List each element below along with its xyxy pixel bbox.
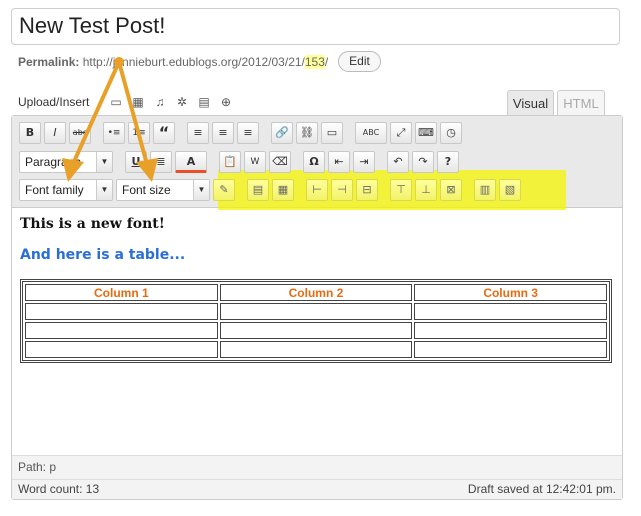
clear-formatting-button[interactable]: ⌫ — [269, 151, 291, 173]
justify-button[interactable]: ≣ — [150, 151, 172, 173]
paste-text-button[interactable]: 📋 — [219, 151, 241, 173]
editor: B I abc •≡ 1≡ “ ≡ ≡ ≡ 🔗 ⛓ ▭ ABC ⤢ ⌨ ◷ Pa… — [11, 115, 623, 500]
content-line-table-intro: And here is a table... — [20, 247, 186, 263]
delete-row-button[interactable]: ⊟ — [356, 179, 378, 201]
tab-visual[interactable]: Visual — [507, 90, 554, 116]
indent-button[interactable]: ⇥ — [353, 151, 375, 173]
spellcheck-button[interactable]: ABC — [355, 122, 387, 144]
permalink-url-suffix: / — [324, 55, 329, 69]
table-header-cell[interactable]: Column 3 — [414, 284, 607, 301]
table-cell[interactable] — [219, 303, 413, 320]
gallery-icon[interactable]: ▦ — [130, 95, 146, 109]
insert-column-after-button[interactable]: ⊥ — [415, 179, 437, 201]
more-tag-button[interactable]: ▭ — [321, 122, 343, 144]
table-cell[interactable] — [414, 322, 607, 339]
table-cell[interactable] — [25, 341, 218, 358]
content-table[interactable]: Column 1 Column 2 Column 3 — [20, 279, 612, 363]
permalink-url-prefix: http://jennieburt.edublogs.org/2012/03/2… — [82, 55, 305, 69]
font-family-select[interactable]: Font family ▼ — [19, 179, 113, 201]
row-properties-button[interactable]: ▤ — [247, 179, 269, 201]
toolbar-row-2: Paragraph ▼ U ≣ A 📋 W ⌫ Ω ⇤ ⇥ ↶ ↷ ? — [19, 150, 459, 174]
upload-insert-label: Upload/Insert — [18, 95, 90, 109]
globe-icon[interactable]: ⊕ — [218, 95, 234, 109]
post-title[interactable]: New Test Post! — [19, 13, 165, 39]
chevron-down-icon: ▼ — [193, 180, 209, 200]
help-button[interactable]: ? — [437, 151, 459, 173]
document-icon[interactable]: ▤ — [196, 95, 212, 109]
permalink-edit-button[interactable]: Edit — [338, 51, 381, 72]
align-left-button[interactable]: ≡ — [187, 122, 209, 144]
image-icon[interactable]: ▭ — [108, 95, 124, 109]
font-size-value: Font size — [122, 183, 171, 197]
table-row — [25, 303, 607, 320]
table-insert-button[interactable]: ✎ — [213, 179, 235, 201]
redo-button[interactable]: ↷ — [412, 151, 434, 173]
kitchen-sink-button[interactable]: ⌨ — [415, 122, 437, 144]
strikethrough-button[interactable]: abc — [69, 122, 91, 144]
special-character-button[interactable]: Ω — [303, 151, 325, 173]
table-cell[interactable] — [219, 341, 413, 358]
table-cell[interactable] — [25, 322, 218, 339]
text-color-button[interactable]: A — [175, 151, 207, 173]
align-center-button[interactable]: ≡ — [212, 122, 234, 144]
table-header-cell[interactable]: Column 2 — [219, 284, 413, 301]
link-button[interactable]: 🔗 — [271, 122, 293, 144]
chevron-down-icon: ▼ — [96, 152, 112, 172]
outdent-button[interactable]: ⇤ — [328, 151, 350, 173]
table-cell[interactable] — [219, 322, 413, 339]
chevron-down-icon: ▼ — [96, 180, 112, 200]
word-count: Word count: 13 — [18, 482, 100, 496]
undo-button[interactable]: ↶ — [387, 151, 409, 173]
toolbar-row-1: B I abc •≡ 1≡ “ ≡ ≡ ≡ 🔗 ⛓ ▭ ABC ⤢ ⌨ ◷ — [19, 121, 462, 145]
content-line-font: This is a new font! — [20, 216, 165, 232]
permalink-label: Permalink: — [18, 55, 80, 69]
tab-html[interactable]: HTML — [557, 90, 605, 116]
editor-path: Path: p — [12, 455, 622, 479]
italic-button[interactable]: I — [44, 122, 66, 144]
table-row — [25, 322, 607, 339]
font-size-select[interactable]: Font size ▼ — [116, 179, 210, 201]
table-cell[interactable] — [414, 341, 607, 358]
permalink-row: Permalink: http://jennieburt.edublogs.or… — [18, 55, 328, 69]
editor-status-bar: Word count: 13 Draft saved at 12:42:01 p… — [12, 479, 622, 499]
title-field[interactable]: New Test Post! — [11, 8, 620, 45]
table-header-row: Column 1 Column 2 Column 3 — [25, 284, 607, 301]
table-row — [25, 341, 607, 358]
font-family-value: Font family — [25, 183, 84, 197]
draft-status: Draft saved at 12:42:01 pm. — [467, 482, 616, 496]
audio-icon[interactable]: ♫ — [152, 95, 168, 109]
media-buttons: ▭ ▦ ♫ ✲ ▤ ⊕ — [108, 95, 234, 109]
paste-word-button[interactable]: W — [244, 151, 266, 173]
table-cell[interactable] — [414, 303, 607, 320]
bullet-list-button[interactable]: •≡ — [103, 122, 125, 144]
unlink-button[interactable]: ⛓ — [296, 122, 318, 144]
insert-row-after-button[interactable]: ⊣ — [331, 179, 353, 201]
cell-properties-button[interactable]: ▦ — [272, 179, 294, 201]
bold-button[interactable]: B — [19, 122, 41, 144]
clock-button[interactable]: ◷ — [440, 122, 462, 144]
table-header-cell[interactable]: Column 1 — [25, 284, 218, 301]
insert-row-before-button[interactable]: ⊢ — [306, 179, 328, 201]
delete-column-button[interactable]: ⊠ — [440, 179, 462, 201]
toolbar-row-3: Font family ▼ Font size ▼ ✎ ▤ ▦ ⊢ ⊣ ⊟ ⊤ … — [19, 178, 521, 202]
merge-cells-button[interactable]: ▧ — [499, 179, 521, 201]
format-select[interactable]: Paragraph ▼ — [19, 151, 113, 173]
media-icon[interactable]: ✲ — [174, 95, 190, 109]
underline-button[interactable]: U — [125, 151, 147, 173]
numbered-list-button[interactable]: 1≡ — [128, 122, 150, 144]
format-select-value: Paragraph — [25, 155, 82, 169]
table-cell[interactable] — [25, 303, 218, 320]
editor-content[interactable]: This is a new font! And here is a table.… — [20, 216, 616, 363]
blockquote-button[interactable]: “ — [153, 122, 175, 144]
fullscreen-button[interactable]: ⤢ — [390, 122, 412, 144]
align-right-button[interactable]: ≡ — [237, 122, 259, 144]
permalink-slug[interactable]: 153 — [304, 55, 325, 69]
editor-toolbar: B I abc •≡ 1≡ “ ≡ ≡ ≡ 🔗 ⛓ ▭ ABC ⤢ ⌨ ◷ Pa… — [12, 116, 622, 210]
split-cells-button[interactable]: ▥ — [474, 179, 496, 201]
insert-column-before-button[interactable]: ⊤ — [390, 179, 412, 201]
